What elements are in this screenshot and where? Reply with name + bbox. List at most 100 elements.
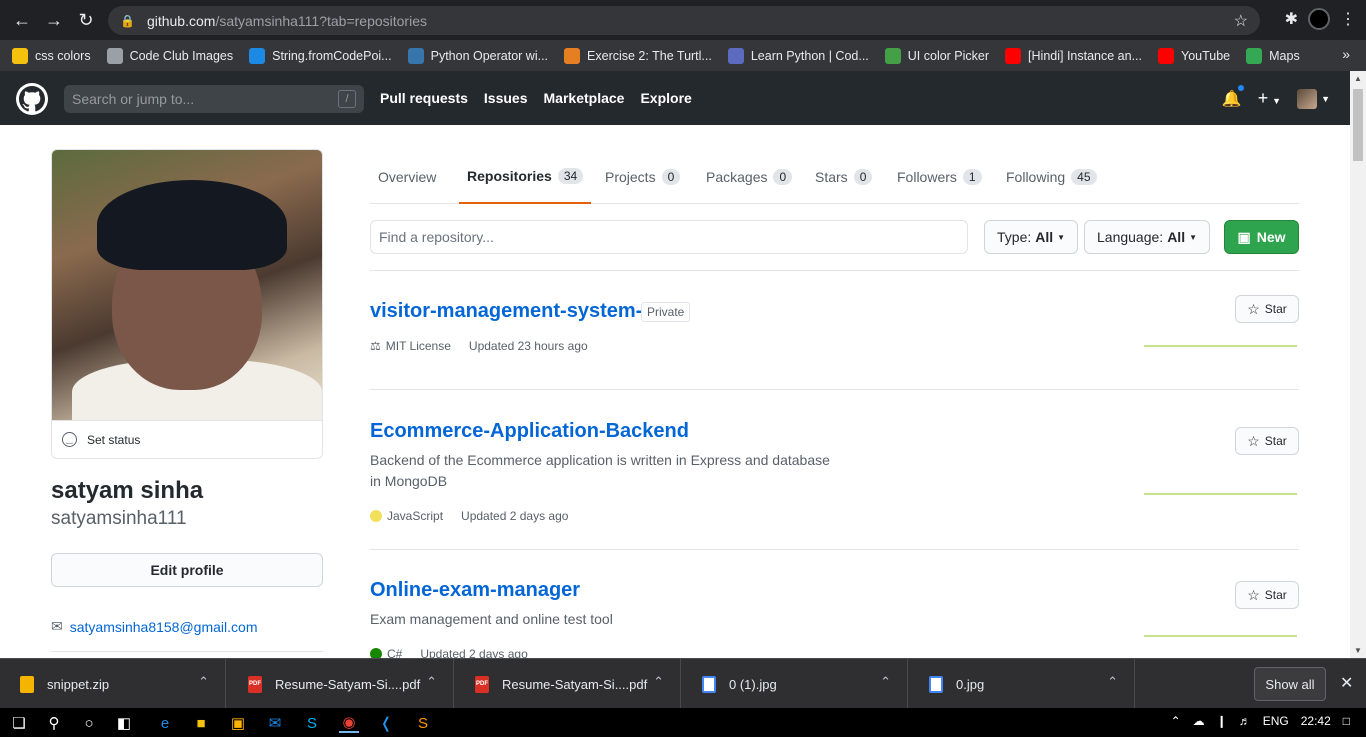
close-icon[interactable]: ✕ xyxy=(1340,673,1353,693)
nav-explore[interactable]: Explore xyxy=(640,90,691,106)
tab-overview[interactable]: Overview xyxy=(370,150,444,203)
language-indicator[interactable]: ENG xyxy=(1263,714,1289,728)
tab-stars[interactable]: Stars 0 xyxy=(807,150,880,203)
new-button-label: New xyxy=(1256,229,1286,245)
chrome-icon[interactable]: ◉ xyxy=(339,713,359,733)
mail-app-icon[interactable]: ✉ xyxy=(265,713,285,733)
chevron-up-icon[interactable]: ⌃ xyxy=(880,674,891,690)
reload-icon[interactable]: ↻ xyxy=(70,4,102,36)
repo-meta: JavaScript Updated 2 days ago xyxy=(370,509,568,523)
star-button[interactable]: ☆ Star xyxy=(1235,427,1299,455)
chrome-profile-avatar[interactable] xyxy=(1308,8,1330,30)
activity-sparkline xyxy=(1144,489,1297,495)
type-filter-button[interactable]: Type: All ▼ xyxy=(984,220,1079,254)
star-button[interactable]: ☆ Star xyxy=(1235,295,1299,323)
edge-icon[interactable]: e xyxy=(155,713,175,733)
tab-label: Stars xyxy=(815,168,848,185)
user-menu[interactable]: ▼ xyxy=(1297,88,1330,109)
tab-packages[interactable]: Packages 0 xyxy=(698,150,800,203)
search-input[interactable] xyxy=(72,91,332,107)
download-item[interactable]: 0.jpg ⌃ xyxy=(909,659,1135,709)
bookmark-label: String.fromCodePoi... xyxy=(272,48,392,63)
tab-repositories[interactable]: Repositories 34 xyxy=(459,150,592,204)
task-view-icon[interactable]: ◧ xyxy=(114,713,134,733)
repo-divider xyxy=(370,549,1299,550)
bookmark-item[interactable]: Python Operator wi... xyxy=(407,47,548,64)
scroll-down-arrow-icon[interactable]: ▼ xyxy=(1354,646,1362,655)
language-filter-button[interactable]: Language: All ▼ xyxy=(1084,220,1210,254)
set-status-button[interactable]: ‿ Set status xyxy=(51,420,323,459)
chevron-up-icon[interactable]: ⌃ xyxy=(426,674,437,690)
chevron-up-icon[interactable]: ⌃ xyxy=(1171,714,1181,728)
clock[interactable]: 22:42 xyxy=(1301,714,1331,728)
onedrive-icon[interactable]: ☁ xyxy=(1193,714,1205,728)
chevron-up-icon[interactable]: ⌃ xyxy=(1107,674,1118,690)
github-search[interactable]: / xyxy=(64,85,364,113)
bookmark-item[interactable]: YouTube xyxy=(1158,47,1230,64)
show-all-downloads-button[interactable]: Show all xyxy=(1254,667,1326,701)
bookmark-item[interactable]: UI color Picker xyxy=(884,47,989,64)
skype-icon[interactable]: S xyxy=(302,713,322,733)
bookmark-label: Maps xyxy=(1269,48,1300,63)
tab-counter: 1 xyxy=(962,168,982,185)
bookmark-item[interactable]: css colors xyxy=(12,47,91,64)
repo-name-link[interactable]: Ecommerce-Application-Backend xyxy=(370,420,689,443)
scroll-up-arrow-icon[interactable]: ▲ xyxy=(1354,74,1362,83)
notifications-bell-icon[interactable]: 🔔 xyxy=(1222,82,1246,109)
search-icon[interactable]: ⚲ xyxy=(44,713,64,733)
tab-label: Projects xyxy=(605,168,656,185)
nav-marketplace[interactable]: Marketplace xyxy=(544,90,625,106)
tab-projects[interactable]: Projects 0 xyxy=(597,150,688,203)
profile-email-link[interactable]: satyamsinha8158@gmail.com xyxy=(70,619,258,635)
back-icon[interactable]: ← xyxy=(6,4,38,36)
download-item[interactable]: PDF Resume-Satyam-Si....pdf ⌃ xyxy=(455,659,681,709)
notification-dot xyxy=(1235,82,1246,93)
tab-followers[interactable]: Followers 1 xyxy=(889,150,990,203)
sublime-icon[interactable]: S xyxy=(413,713,433,733)
new-repository-button[interactable]: ▣ New xyxy=(1224,220,1299,254)
repo-name-link[interactable]: Online-exam-manager xyxy=(370,579,580,602)
bookmark-star-icon[interactable]: ☆ xyxy=(1234,11,1248,31)
download-filename: 0 (1).jpg xyxy=(729,676,777,692)
bookmarks-overflow-icon[interactable]: » xyxy=(1342,46,1350,62)
chrome-menu-icon[interactable]: ⋮ xyxy=(1340,9,1356,29)
windows-start-icon[interactable]: ❏ xyxy=(9,713,29,733)
extensions-icon[interactable]: ✱ xyxy=(1285,9,1298,29)
volume-icon[interactable]: ♬ xyxy=(1239,714,1251,728)
forward-icon[interactable]: → xyxy=(38,4,70,36)
tab-following[interactable]: Following 45 xyxy=(998,150,1105,203)
caret-down-icon: ▼ xyxy=(1272,96,1282,106)
page-scrollbar[interactable]: ▲ ▼ xyxy=(1350,71,1366,658)
address-bar[interactable]: 🔒 github.com/satyamsinha111?tab=reposito… xyxy=(108,6,1260,35)
github-logo-icon[interactable] xyxy=(16,83,48,115)
repo-name-link[interactable]: visitor-management-system- xyxy=(370,300,642,323)
download-item[interactable]: PDF Resume-Satyam-Si....pdf ⌃ xyxy=(228,659,454,709)
download-item[interactable]: 0 (1).jpg ⌃ xyxy=(682,659,908,709)
download-item[interactable]: snippet.zip ⌃ xyxy=(0,659,226,709)
nav-pull-requests[interactable]: Pull requests xyxy=(380,90,468,106)
vscode-icon[interactable]: ❬ xyxy=(376,713,396,733)
profile-avatar[interactable] xyxy=(51,149,323,421)
scrollbar-thumb[interactable] xyxy=(1353,89,1363,161)
star-button[interactable]: ☆ Star xyxy=(1235,581,1299,609)
find-repository-input[interactable] xyxy=(370,220,968,254)
wifi-icon[interactable]: ❙ xyxy=(1217,714,1227,728)
updated-label: Updated 23 hours ago xyxy=(468,339,588,353)
nav-issues[interactable]: Issues xyxy=(484,90,528,106)
edit-profile-button[interactable]: Edit profile xyxy=(51,553,323,587)
bookmark-item[interactable]: Learn Python | Cod... xyxy=(727,47,869,64)
chevron-up-icon[interactable]: ⌃ xyxy=(198,674,209,690)
action-center-icon[interactable]: □ xyxy=(1343,714,1350,728)
repo-meta: ⚖ MIT License Updated 23 hours ago xyxy=(370,339,588,353)
bookmark-item[interactable]: Code Club Images xyxy=(106,47,233,64)
download-filename: 0.jpg xyxy=(956,676,985,692)
create-new-menu[interactable]: + ▼ xyxy=(1258,88,1281,109)
cortana-icon[interactable]: ○ xyxy=(79,713,99,733)
chevron-up-icon[interactable]: ⌃ xyxy=(653,674,664,690)
bookmark-item[interactable]: String.fromCodePoi... xyxy=(249,47,392,64)
bookmark-item[interactable]: [Hindi] Instance an... xyxy=(1005,47,1142,64)
bookmark-item[interactable]: Exercise 2: The Turtl... xyxy=(564,47,712,64)
store-icon[interactable]: ▣ xyxy=(228,713,248,733)
file-explorer-icon[interactable]: ■ xyxy=(191,713,211,733)
bookmark-item[interactable]: Maps xyxy=(1246,47,1300,64)
